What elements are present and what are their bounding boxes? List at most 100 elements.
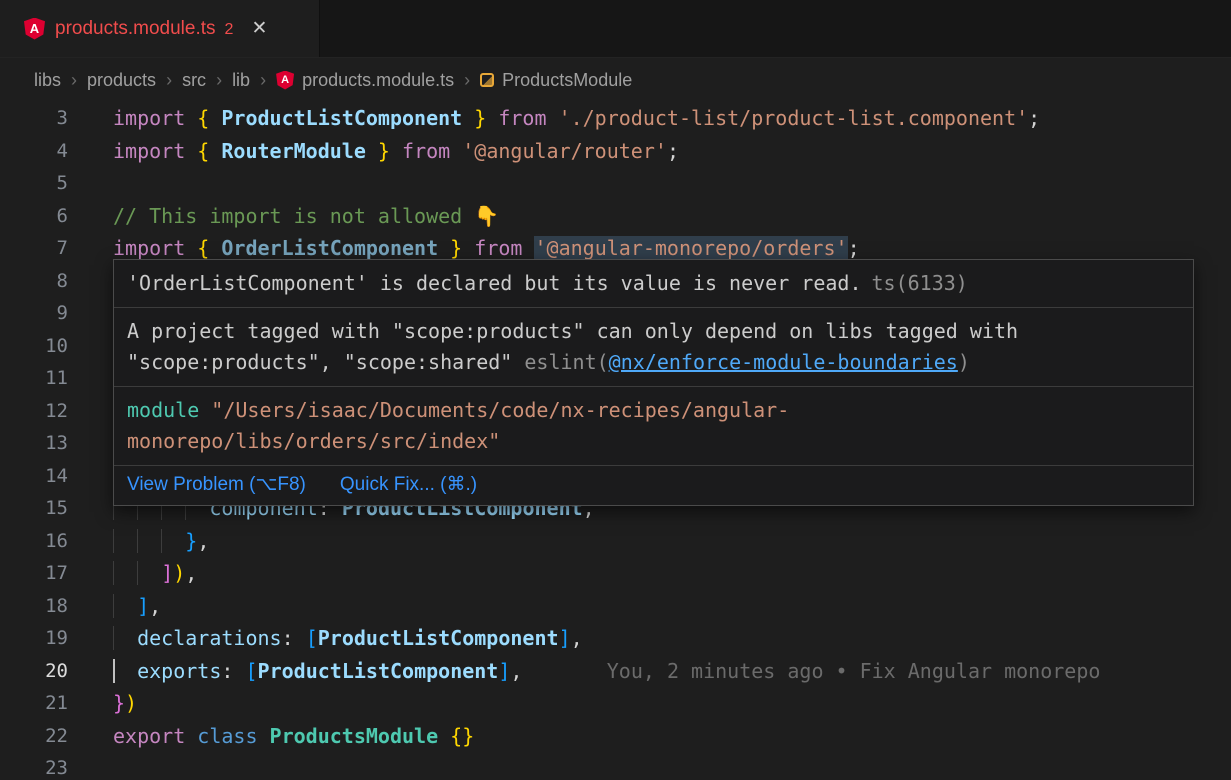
code-line[interactable]: 5 bbox=[0, 167, 1231, 200]
code-line[interactable]: 4import { RouterModule } from '@angular/… bbox=[0, 135, 1231, 168]
breadcrumb-item-productsmodule[interactable]: ProductsModule bbox=[480, 70, 632, 91]
code-token: ; bbox=[848, 236, 860, 260]
code-token: ; bbox=[667, 139, 679, 163]
breadcrumb-label: products.module.ts bbox=[302, 70, 454, 91]
code-token bbox=[113, 594, 137, 618]
code-editor[interactable]: 3import { ProductListComponent } from '.… bbox=[0, 102, 1231, 780]
code-line[interactable]: 19 declarations: [ProductListComponent], bbox=[0, 622, 1231, 655]
tab-problem-count-badge: 2 bbox=[225, 19, 234, 39]
diagnostic-ts-unused: 'OrderListComponent' is declared but its… bbox=[114, 260, 1193, 307]
code-token: You, 2 minutes ago • Fix Angular monorep… bbox=[522, 659, 1100, 683]
diagnostic-source: ts(6133) bbox=[872, 271, 968, 295]
code-token: [ bbox=[245, 659, 257, 683]
breadcrumb: libs›products›src›lib›products.module.ts… bbox=[0, 58, 1231, 102]
vscode-window: products.module.ts 2 ✕ libs › products › src… bbox=[0, 0, 1231, 780]
code-token bbox=[137, 529, 161, 553]
code-line[interactable]: 17 ]), bbox=[0, 557, 1231, 590]
code-token: exports bbox=[137, 659, 221, 683]
code-token bbox=[161, 529, 185, 553]
module-info: module "/Users/isaac/Documents/code/nx-r… bbox=[114, 386, 1193, 465]
diagnostic-message-line2: "scope:products", "scope:shared" bbox=[127, 350, 524, 374]
code-token bbox=[438, 724, 450, 748]
code-line[interactable]: 16 }, bbox=[0, 525, 1231, 558]
tab-bar: products.module.ts 2 ✕ bbox=[0, 0, 1231, 58]
code-token: { bbox=[197, 139, 221, 163]
hover-popup: 'OrderListComponent' is declared but its… bbox=[113, 259, 1194, 506]
code-token: RouterModule bbox=[221, 139, 366, 163]
line-number: 6 bbox=[0, 200, 100, 233]
line-content: // This import is not allowed 👇 bbox=[100, 200, 1231, 233]
code-token: [ bbox=[306, 626, 318, 650]
code-token: , bbox=[571, 626, 583, 650]
code-line[interactable]: 18 ], bbox=[0, 590, 1231, 623]
code-token: from bbox=[462, 236, 534, 260]
breadcrumb-label: libs bbox=[34, 70, 61, 91]
code-token: ] bbox=[559, 626, 571, 650]
code-token: from bbox=[390, 139, 462, 163]
code-token: } bbox=[462, 106, 486, 130]
close-icon[interactable]: ✕ bbox=[251, 17, 267, 40]
tab-products-module[interactable]: products.module.ts 2 ✕ bbox=[0, 0, 320, 57]
code-line[interactable]: 21}) bbox=[0, 687, 1231, 720]
code-token: } bbox=[185, 529, 197, 553]
code-token: import bbox=[113, 236, 197, 260]
breadcrumb-label: src bbox=[182, 70, 206, 91]
code-token: import bbox=[113, 139, 197, 163]
line-number: 16 bbox=[0, 525, 100, 558]
line-content: export class ProductsModule {} bbox=[100, 720, 1231, 753]
eslint-rule-link[interactable]: @nx/enforce-module-boundaries bbox=[609, 350, 958, 374]
breadcrumb-item-libs[interactable]: libs bbox=[34, 70, 61, 91]
line-content: declarations: [ProductListComponent], bbox=[100, 622, 1231, 655]
code-token: , bbox=[149, 594, 161, 618]
module-keyword: module bbox=[127, 398, 199, 422]
line-number: 10 bbox=[0, 330, 100, 363]
code-token: {} bbox=[450, 724, 474, 748]
breadcrumb-item-src[interactable]: src bbox=[182, 70, 206, 91]
code-token: : bbox=[221, 659, 245, 683]
line-content bbox=[100, 167, 1231, 200]
code-line[interactable]: 6// This import is not allowed 👇 bbox=[0, 200, 1231, 233]
code-line[interactable]: 20 exports: [ProductListComponent], You,… bbox=[0, 655, 1231, 688]
line-content: import { ProductListComponent } from './… bbox=[100, 102, 1231, 135]
code-line[interactable]: 23 bbox=[0, 752, 1231, 780]
chevron-right-icon: › bbox=[166, 70, 172, 91]
breadcrumb-item-lib[interactable]: lib bbox=[232, 70, 250, 91]
quick-fix-link[interactable]: Quick Fix... (⌘.) bbox=[340, 472, 477, 498]
line-content bbox=[100, 752, 1231, 780]
code-token: ] bbox=[161, 561, 173, 585]
line-content: exports: [ProductListComponent], You, 2 … bbox=[100, 655, 1231, 688]
code-line[interactable]: 3import { ProductListComponent } from '.… bbox=[0, 102, 1231, 135]
line-number: 3 bbox=[0, 102, 100, 135]
code-token bbox=[137, 561, 161, 585]
line-number: 9 bbox=[0, 297, 100, 330]
code-token: ProductListComponent bbox=[318, 626, 559, 650]
code-token: from bbox=[486, 106, 558, 130]
view-problem-link[interactable]: View Problem (⌥F8) bbox=[127, 472, 306, 498]
code-token: } bbox=[366, 139, 390, 163]
code-token: , bbox=[510, 659, 522, 683]
code-line[interactable]: 22export class ProductsModule {} bbox=[0, 720, 1231, 753]
module-path-line1: "/Users/isaac/Documents/code/nx-recipes/… bbox=[199, 398, 789, 422]
line-number: 23 bbox=[0, 752, 100, 780]
hover-action-bar: View Problem (⌥F8) Quick Fix... (⌘.) bbox=[114, 465, 1193, 505]
code-token: } bbox=[113, 691, 125, 715]
code-token: class bbox=[197, 724, 269, 748]
code-token: ] bbox=[498, 659, 510, 683]
code-token: './product-list/product-list.component' bbox=[559, 106, 1029, 130]
code-token: // This import is not allowed bbox=[113, 204, 474, 228]
code-token: : bbox=[282, 626, 306, 650]
code-token: , bbox=[197, 529, 209, 553]
line-number: 22 bbox=[0, 720, 100, 753]
code-token: ] bbox=[137, 594, 149, 618]
line-content: }, bbox=[100, 525, 1231, 558]
line-number: 14 bbox=[0, 460, 100, 493]
code-token: declarations bbox=[137, 626, 282, 650]
code-token: ) bbox=[173, 561, 185, 585]
line-number: 12 bbox=[0, 395, 100, 428]
breadcrumb-item-products[interactable]: products bbox=[87, 70, 156, 91]
chevron-right-icon: › bbox=[260, 70, 266, 91]
code-token: '@angular/router' bbox=[462, 139, 667, 163]
line-number: 17 bbox=[0, 557, 100, 590]
breadcrumb-label: ProductsModule bbox=[502, 70, 632, 91]
breadcrumb-item-products-module-ts[interactable]: products.module.ts bbox=[276, 70, 454, 91]
